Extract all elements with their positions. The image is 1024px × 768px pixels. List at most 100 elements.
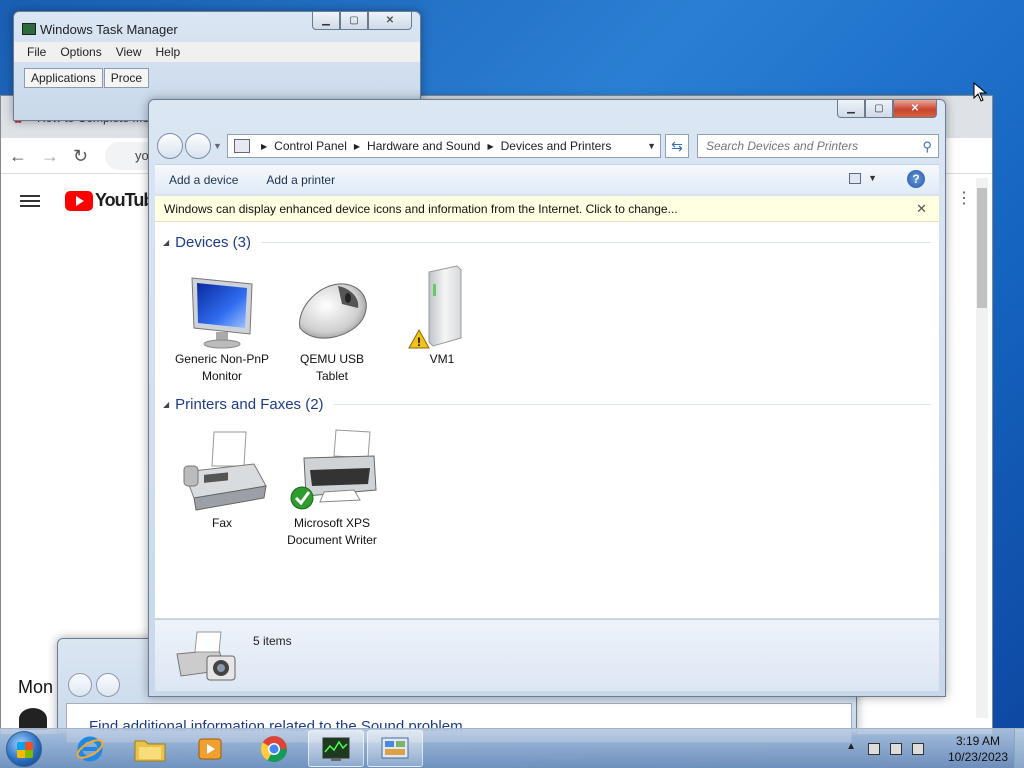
- help-icon[interactable]: ?: [907, 170, 925, 188]
- recent-pages-dropdown[interactable]: ▼: [213, 133, 223, 159]
- group-devices-title[interactable]: Devices (3): [175, 234, 251, 251]
- internet-explorer-icon: [76, 736, 104, 761]
- minimize-button[interactable]: ▁: [312, 12, 340, 30]
- device-generic-monitor[interactable]: Generic Non-PnP Monitor: [167, 258, 277, 384]
- reload-icon[interactable]: ↻: [73, 146, 88, 167]
- taskbar-chrome[interactable]: [246, 730, 302, 767]
- address-dropdown-icon[interactable]: ▼: [647, 141, 656, 151]
- group-printers-title[interactable]: Printers and Faxes (2): [175, 396, 323, 413]
- default-check-icon: [290, 486, 314, 510]
- collapse-triangle-icon[interactable]: ◢: [163, 400, 169, 409]
- menu-file[interactable]: File: [20, 42, 53, 62]
- item-count: 5 items: [253, 634, 292, 648]
- taskbar-task-manager[interactable]: [308, 730, 364, 767]
- details-pane: 5 items: [155, 619, 939, 691]
- navigation-buttons: ▼: [157, 133, 223, 159]
- breadcrumb-separator-icon[interactable]: ▶: [487, 142, 493, 151]
- search-input[interactable]: [698, 135, 908, 157]
- taskbar-media-player[interactable]: [182, 730, 238, 767]
- breadcrumb-separator-icon[interactable]: ▶: [261, 142, 267, 151]
- back-arrow-icon[interactable]: ←: [9, 146, 27, 167]
- device-qemu-usb-tablet[interactable]: QEMU USB Tablet: [277, 258, 387, 384]
- search-icon[interactable]: ⚲: [922, 139, 932, 155]
- hamburger-menu-icon[interactable]: [20, 192, 40, 210]
- taskbar-file-explorer[interactable]: [122, 730, 178, 767]
- forward-button[interactable]: [96, 673, 120, 697]
- clock[interactable]: 3:19 AM 10/23/2023: [948, 733, 1008, 765]
- clock-date: 10/23/2023: [947, 750, 1008, 764]
- taskbar-internet-explorer[interactable]: [62, 730, 118, 767]
- file-explorer-icon: [134, 740, 166, 761]
- devices-content-pane: ◢ Devices (3) Generic Non-PnP Monitor QE…: [155, 222, 939, 618]
- chrome-section-text: Mon: [18, 677, 54, 697]
- group-devices[interactable]: ◢ Devices (3): [163, 234, 931, 251]
- mouse-cursor-icon: [973, 82, 987, 102]
- breadcrumb-control-panel[interactable]: Control Panel: [274, 139, 347, 153]
- show-desktop-button[interactable]: [1014, 729, 1024, 768]
- start-button[interactable]: [6, 731, 42, 767]
- breadcrumb-separator-icon[interactable]: ▶: [354, 142, 360, 151]
- taskbar-control-panel[interactable]: [367, 730, 423, 767]
- chrome-menu-icon[interactable]: ⋮: [956, 188, 972, 208]
- control-panel-icon: [234, 139, 250, 153]
- network-icon[interactable]: [890, 743, 902, 755]
- group-divider: [261, 242, 931, 243]
- chrome-icon: [260, 735, 288, 762]
- volume-muted-icon[interactable]: [912, 743, 924, 755]
- printer-microsoft-xps[interactable]: Microsoft XPS Document Writer: [277, 426, 387, 548]
- add-device-button[interactable]: Add a device: [155, 173, 252, 187]
- mouse-icon: [299, 283, 367, 339]
- task-manager-title: Windows Task Manager: [40, 22, 178, 37]
- printer-label: Microsoft XPS: [293, 516, 371, 530]
- printer-icon: [290, 429, 377, 510]
- devices-and-printers-window: ▁ ▢ ✕ ▼ ▶ Control Panel ▶ Hardware and S…: [148, 99, 946, 697]
- back-button[interactable]: [157, 133, 183, 159]
- channel-avatar[interactable]: [19, 708, 47, 730]
- forward-button[interactable]: [185, 133, 211, 159]
- search-box[interactable]: ⚲: [697, 134, 939, 158]
- tab-processes[interactable]: Proce: [103, 68, 150, 88]
- collapse-triangle-icon[interactable]: ◢: [163, 238, 169, 247]
- info-bar-text[interactable]: Windows can display enhanced device icon…: [164, 202, 678, 216]
- tab-applications[interactable]: Applications: [24, 68, 103, 88]
- menu-help[interactable]: Help: [149, 42, 188, 62]
- close-button[interactable]: ✕: [368, 12, 412, 30]
- fax-icon: [183, 431, 267, 511]
- maximize-button[interactable]: ▢: [340, 12, 368, 30]
- group-divider: [333, 404, 931, 405]
- close-info-bar-icon[interactable]: ✕: [916, 201, 927, 217]
- group-printers-and-faxes[interactable]: ◢ Printers and Faxes (2): [163, 396, 931, 413]
- address-bar[interactable]: ▶ Control Panel ▶ Hardware and Sound ▶ D…: [227, 134, 661, 158]
- breadcrumb-devices-and-printers[interactable]: Devices and Printers: [501, 139, 612, 153]
- clock-time: 3:19 AM: [955, 734, 1000, 748]
- printer-label-line2: Document Writer: [287, 533, 377, 547]
- info-bar[interactable]: Windows can display enhanced device icon…: [155, 196, 939, 222]
- back-button[interactable]: [68, 673, 92, 697]
- action-center-icon[interactable]: [868, 743, 880, 755]
- device-label-line2: Monitor: [201, 369, 242, 383]
- menu-view[interactable]: View: [109, 42, 149, 62]
- task-manager-menubar: File Options View Help: [14, 42, 420, 62]
- maximize-button[interactable]: ▢: [865, 100, 893, 118]
- device-vm1[interactable]: ! VM1: [387, 258, 497, 367]
- minimize-button[interactable]: ▁: [837, 100, 865, 118]
- add-printer-button[interactable]: Add a printer: [252, 173, 349, 187]
- svg-text:!: !: [417, 335, 421, 349]
- device-label: VM1: [429, 352, 455, 366]
- devices-and-printers-icon: [176, 631, 236, 681]
- media-player-icon: [198, 738, 222, 759]
- breadcrumb-hardware-and-sound[interactable]: Hardware and Sound: [367, 139, 480, 153]
- youtube-logo[interactable]: YouTub: [65, 190, 154, 211]
- chrome-scrollbar[interactable]: [976, 178, 988, 718]
- show-hidden-icons-icon[interactable]: ▲: [846, 741, 856, 752]
- forward-arrow-icon[interactable]: →: [41, 146, 59, 167]
- youtube-play-icon: [65, 190, 93, 211]
- monitor-icon: [191, 277, 253, 349]
- close-button[interactable]: ✕: [893, 100, 937, 118]
- menu-options[interactable]: Options: [53, 42, 108, 62]
- caption-buttons: ▁ ▢ ✕: [837, 100, 937, 118]
- refresh-icon[interactable]: ⇆: [665, 134, 689, 158]
- change-view-icon[interactable]: [849, 173, 861, 184]
- printer-fax[interactable]: Fax: [167, 426, 277, 531]
- view-dropdown-icon[interactable]: ▼: [868, 173, 877, 183]
